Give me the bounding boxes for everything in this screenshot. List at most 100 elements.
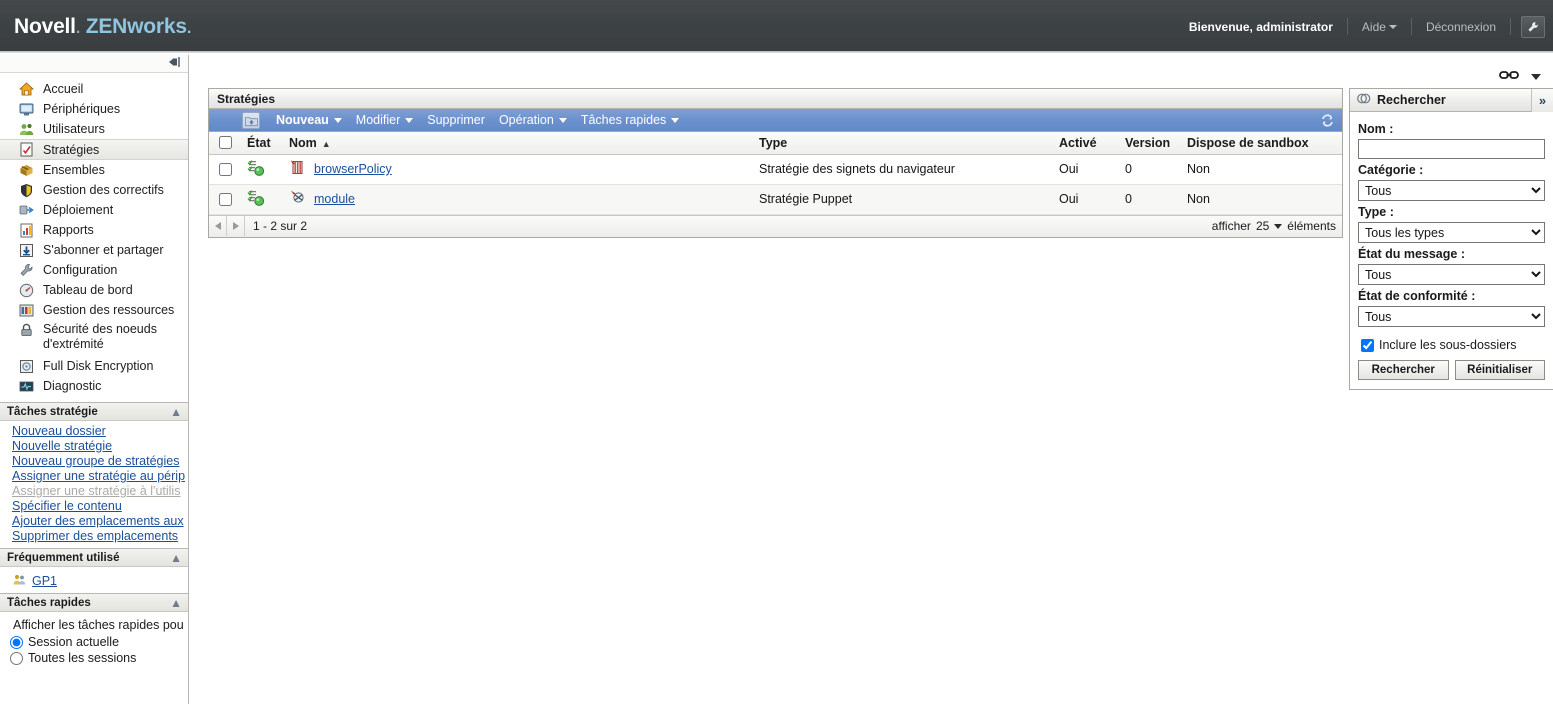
- page-title: Stratégies: [209, 89, 1342, 109]
- quick-tasks-header[interactable]: Tâches rapides ▲: [0, 594, 188, 612]
- task-link-nouveau-dossier[interactable]: Nouveau dossier: [12, 424, 188, 439]
- column-header-sandbox[interactable]: Dispose de sandbox: [1181, 132, 1342, 155]
- task-link-supprimer-emplacements[interactable]: Supprimer des emplacements: [12, 529, 188, 544]
- column-header-active[interactable]: Activé: [1053, 132, 1119, 155]
- row-select-cell: [209, 184, 241, 215]
- brand-zenworks: ZENworks: [85, 14, 187, 38]
- radio-session-actuelle[interactable]: [10, 635, 23, 649]
- task-link-nouveau-groupe-strategies[interactable]: Nouveau groupe de stratégies: [12, 454, 188, 469]
- search-name-input[interactable]: [1358, 139, 1545, 159]
- sidebar-item-diagnostic[interactable]: Diagnostic: [0, 376, 188, 396]
- frequently-used-link-gp1[interactable]: GP1: [32, 574, 57, 588]
- sidebar-item-gestion-ressources[interactable]: Gestion des ressources: [0, 300, 188, 320]
- chevron-down-icon[interactable]: [1274, 223, 1283, 229]
- quick-tasks-panel: Tâches rapides ▲ Afficher les tâches rap…: [0, 593, 188, 670]
- row-name-cell: browserPolicy: [283, 154, 753, 185]
- sidebar-item-full-disk-encryption[interactable]: Full Disk Encryption: [0, 356, 188, 376]
- refresh-icon[interactable]: [1318, 112, 1336, 129]
- page-size-items-label: éléments: [1287, 219, 1336, 233]
- policy-tasks-header[interactable]: Tâches stratégie ▲: [0, 403, 188, 421]
- task-link-ajouter-emplacements[interactable]: Ajouter des emplacements aux: [12, 514, 188, 529]
- sidebar-item-deploiement[interactable]: Déploiement: [0, 200, 188, 220]
- page-prev-icon[interactable]: [209, 216, 227, 236]
- sidebar-item-label: S'abonner et partager: [43, 243, 164, 257]
- task-link-specifier-contenu[interactable]: Spécifier le contenu: [12, 499, 188, 514]
- sidebar-item-label: Stratégies: [43, 142, 100, 157]
- sidebar-item-accueil[interactable]: Accueil: [0, 79, 188, 99]
- frequently-used-header[interactable]: Fréquemment utilisé ▲: [0, 549, 188, 567]
- toolbar-modifier-button[interactable]: Modifier: [349, 113, 420, 127]
- sidebar-item-securite-noeuds[interactable]: Sécurité des noeuds d'extrémité: [0, 320, 188, 356]
- toolbar-nouveau-button[interactable]: Nouveau: [269, 113, 349, 127]
- reset-button[interactable]: Réinitialiser: [1454, 360, 1545, 380]
- row-version-cell: 0: [1119, 184, 1181, 215]
- chevron-up-icon[interactable]: ▲: [170, 597, 182, 609]
- search-message-state-select[interactable]: Tous: [1358, 264, 1545, 285]
- wrench-icon[interactable]: [1521, 15, 1545, 38]
- search-panel-body: Nom : Catégorie : Tous Type : Tous les t…: [1350, 112, 1553, 389]
- sidebar-item-configuration[interactable]: Configuration: [0, 260, 188, 280]
- quick-tasks-option-session-actuelle[interactable]: Session actuelle: [10, 634, 188, 650]
- sidebar-item-rapports[interactable]: Rapports: [0, 220, 188, 240]
- search-category-select[interactable]: Tous: [1358, 180, 1545, 201]
- column-header-etat[interactable]: État: [241, 132, 283, 155]
- sidebar-item-label: Full Disk Encryption: [43, 359, 154, 373]
- policy-name-link[interactable]: browserPolicy: [314, 162, 392, 176]
- table-row[interactable]: browserPolicy Stratégie des signets du n…: [209, 154, 1342, 185]
- asset-icon: [18, 302, 35, 319]
- chevron-up-icon[interactable]: ▲: [170, 406, 182, 418]
- sidebar-item-ensembles[interactable]: Ensembles: [0, 160, 188, 180]
- list-item[interactable]: GP1: [12, 570, 188, 589]
- sidebar-item-label: Tableau de bord: [43, 283, 133, 297]
- folder-up-icon[interactable]: [242, 112, 260, 129]
- sidebar-item-strategies[interactable]: Stratégies: [0, 139, 188, 160]
- chevron-down-icon[interactable]: [1531, 73, 1541, 80]
- expand-right-icon[interactable]: »: [1531, 89, 1553, 112]
- brand-logo: Novell. ZENworks.: [14, 15, 191, 39]
- column-header-version[interactable]: Version: [1119, 132, 1181, 155]
- sidebar-item-label: Accueil: [43, 82, 84, 96]
- row-sandbox-cell: Non: [1181, 154, 1342, 185]
- radio-toutes-sessions[interactable]: [10, 651, 23, 665]
- row-checkbox[interactable]: [219, 162, 232, 176]
- sidebar-item-utilisateurs[interactable]: Utilisateurs: [0, 119, 188, 139]
- chevron-up-icon[interactable]: ▲: [170, 552, 182, 564]
- users-icon: [18, 121, 35, 138]
- sidebar-item-label: Configuration: [43, 263, 118, 277]
- sidebar-item-tableau-de-bord[interactable]: Tableau de bord: [0, 280, 188, 300]
- include-subfolders-row[interactable]: Inclure les sous-dossiers: [1361, 338, 1545, 352]
- sidebar-item-label: Périphériques: [43, 102, 121, 116]
- table-footer: 1 - 2 sur 2 afficher 25 éléments: [209, 214, 1342, 237]
- sidebar-item-label: Utilisateurs: [43, 122, 105, 136]
- sidebar-item-peripheriques[interactable]: Périphériques: [0, 99, 188, 119]
- row-type-cell: Stratégie Puppet: [753, 184, 1053, 215]
- page-size-value[interactable]: 25: [1256, 219, 1269, 233]
- search-type-select[interactable]: Tous les types: [1358, 222, 1545, 243]
- task-link-nouvelle-strategie[interactable]: Nouvelle stratégie: [12, 439, 188, 454]
- toolbar-label: Modifier: [355, 113, 401, 127]
- page-next-icon[interactable]: [227, 216, 245, 236]
- quick-tasks-option-toutes-sessions[interactable]: Toutes les sessions: [10, 650, 188, 666]
- chain-link-icon[interactable]: [1499, 69, 1519, 84]
- column-header-type[interactable]: Type: [753, 132, 1053, 155]
- search-compliance-state-select[interactable]: Tous: [1358, 306, 1545, 327]
- toolbar-supprimer-button[interactable]: Supprimer: [420, 113, 492, 127]
- radio-label: Session actuelle: [28, 635, 120, 649]
- toolbar-taches-rapides-button[interactable]: Tâches rapides: [574, 113, 686, 127]
- search-button[interactable]: Rechercher: [1358, 360, 1449, 380]
- sidebar-item-gestion-correctifs[interactable]: Gestion des correctifs: [0, 180, 188, 200]
- sidebar-item-sabonner-partager[interactable]: S'abonner et partager: [0, 240, 188, 260]
- lock-icon: [18, 322, 35, 339]
- include-subfolders-checkbox[interactable]: [1361, 338, 1374, 352]
- toolbar-operation-button[interactable]: Opération: [492, 113, 574, 127]
- logout-link[interactable]: Déconnexion: [1412, 20, 1510, 34]
- policy-name-link[interactable]: module: [314, 192, 355, 206]
- table-row[interactable]: module Stratégie Puppet Oui 0 Non: [209, 184, 1342, 215]
- select-all-checkbox[interactable]: [219, 136, 232, 150]
- task-link-assigner-strategie-peripherique[interactable]: Assigner une stratégie au périp: [12, 469, 188, 484]
- column-header-nom[interactable]: Nom ▲: [283, 132, 753, 155]
- collapse-panel-icon[interactable]: [166, 55, 182, 72]
- help-menu[interactable]: Aide: [1348, 20, 1411, 34]
- help-label: Aide: [1361, 19, 1386, 34]
- row-checkbox[interactable]: [219, 192, 232, 206]
